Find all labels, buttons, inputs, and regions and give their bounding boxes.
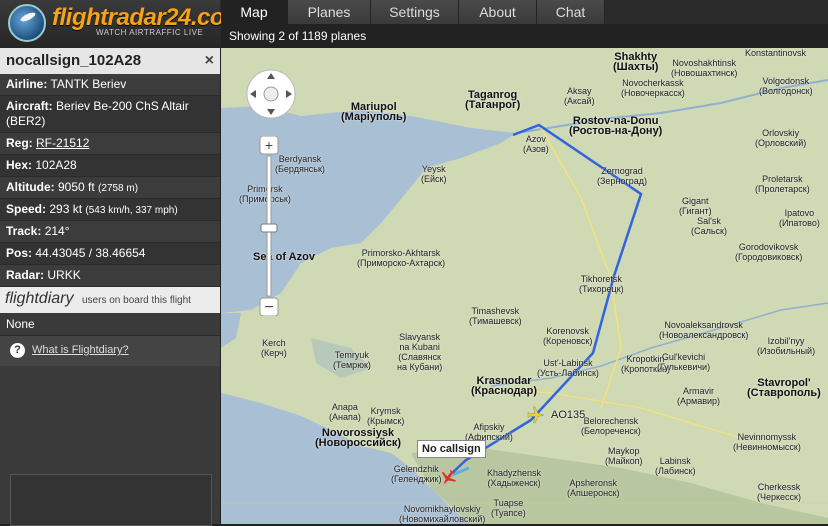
label-timashevsk: Timashevsk (Тимашевск) (469, 306, 522, 326)
label-volgodonsk: Volgodonsk (Волгодонск) (759, 76, 813, 96)
detail-radar: Radar: URKK (0, 265, 220, 287)
label-gelendzhik: Gelendzhik (Геленджик) (391, 464, 442, 484)
selected-flight-tooltip: No callsign (417, 440, 486, 458)
label-belorechensk: Belorechensk (Белореченск) (581, 416, 641, 436)
detail-altitude: Altitude: 9050 ft (2758 m) (0, 177, 220, 199)
label-kerch: Kerch (Керч) (261, 338, 287, 358)
flightdiary-text: users on board this flight (82, 295, 191, 306)
selected-plane-icon[interactable] (438, 468, 458, 488)
label-ipatovo: Ipatovo (Ипатово) (779, 208, 820, 228)
what-is-flightdiary-link[interactable]: What is Flightdiary? (32, 344, 129, 356)
registration-link[interactable]: RF-21512 (36, 136, 89, 150)
label-khadyzhensk: Khadyzhensk (Хадыженск) (487, 468, 542, 488)
label-krymsk: Krymsk (Крымск) (367, 406, 405, 426)
label-novocherkassk: Novocherkassk (Новочеркасск) (621, 78, 685, 98)
detail-position: Pos: 44.43045 / 38.46654 (0, 243, 220, 265)
label-salsk: Sal'sk (Сальск) (691, 216, 727, 236)
app-tagline: WATCH AIRTRAFFIC LIVE (96, 28, 204, 37)
label-primorsko-akhtarsk: Primorsko-Akhtarsk (Приморско-Ахтарск) (357, 248, 446, 268)
zoom-slider-handle[interactable] (260, 223, 278, 233)
label-temryuk: Temryuk (Темрюк) (333, 350, 371, 370)
detail-track: Track: 214° (0, 221, 220, 243)
flight-details: Airline: TANTK Beriev Aircraft: Beriev B… (0, 74, 220, 287)
label-slavyansk: Slavyansk na Kubani (Славянск на Кубани) (397, 332, 443, 372)
help-icon: ? (10, 343, 25, 358)
label-izobilnyy: Izobil'nyy (Изобильный) (757, 336, 816, 356)
svg-text:+: + (265, 137, 273, 153)
svg-text:−: − (264, 299, 273, 316)
zoom-control: + − (259, 135, 279, 317)
ad-box (10, 474, 212, 526)
flightdiary-logo: flightdiary (5, 290, 74, 307)
label-labinsk: Labinsk (Лабинск) (655, 456, 696, 476)
label-proletarsk: Proletarsk (Пролетарск) (755, 174, 810, 194)
label-gigant: Gigant (Гигант) (679, 196, 712, 216)
planes-count-status: Showing 2 of 1189 planes (221, 24, 828, 48)
pan-control[interactable] (245, 68, 297, 120)
label-azov: Azov (Азов) (523, 134, 549, 154)
flightdiary-bar: flightdiary users on board this flight (0, 287, 220, 313)
other-plane-icon[interactable] (526, 405, 546, 425)
label-gorodovikovsk: Gorodovikovsk (Городовиковск) (735, 242, 803, 262)
detail-airline: Airline: TANTK Beriev (0, 74, 220, 96)
label-korenovsk: Korenovsk (Кореновск) (543, 326, 593, 346)
detail-aircraft: Aircraft: Beriev Be-200 ChS Altair (BER2… (0, 96, 220, 133)
label-gulkevichi: Gul'kevichi (Гулькевичи) (657, 352, 711, 372)
detail-registration: Reg: RF-21512 (0, 133, 220, 155)
label-krasnodar: Krasnodar (Краснодар) (471, 375, 538, 397)
zoom-out-button[interactable]: − (259, 297, 279, 317)
label-novomikhaylovskiy: Novomikhaylovskiy (Новомихайловский) (399, 504, 486, 524)
detail-hex: Hex: 102A28 (0, 155, 220, 177)
label-tuapse: Tuapse (Туапсе) (491, 498, 526, 518)
tab-map[interactable]: Map (221, 0, 288, 24)
label-aksay: Aksay (Аксай) (564, 86, 595, 106)
tab-chat[interactable]: Chat (537, 0, 605, 24)
flightdiary-users: None (0, 313, 220, 336)
label-yeysk: Yeysk (Ейск) (421, 164, 447, 184)
detail-speed: Speed: 293 kt (543 km/h, 337 mph) (0, 199, 220, 221)
map-base (221, 48, 828, 524)
tab-planes[interactable]: Planes (288, 0, 371, 24)
top-bar: flightradar24.com WATCH AIRTRAFFIC LIVE … (0, 0, 828, 48)
flight-title-bar: nocallsign_102A28 × (0, 48, 220, 74)
flightdiary-help: ? What is Flightdiary? (0, 336, 220, 366)
label-stavropol: Stavropol' (Ставрополь) (747, 377, 821, 399)
label-novoshakhtinsk: Novoshakhtinsk (Новошахтинск) (671, 58, 738, 78)
radar-globe-icon (8, 4, 46, 42)
label-berdyansk: Berdyansk (Бердянськ) (275, 154, 325, 174)
label-cherkessk: Cherkessk (Черкесск) (757, 482, 801, 502)
tab-settings[interactable]: Settings (371, 0, 459, 24)
zoom-in-button[interactable]: + (259, 135, 279, 155)
label-shakhty: Shakhty (Шахты) (613, 51, 659, 73)
flight-info-panel: nocallsign_102A28 × Airline: TANTK Berie… (0, 48, 220, 526)
label-ust-labinsk: Ust'-Labinsk (Усть-Лабинск) (537, 358, 599, 378)
label-mariupol: Mariupol (Маріуполь) (341, 101, 407, 123)
label-nevinnomyssk: Nevinnomyssk (Невинномысск) (733, 432, 801, 452)
label-novorossiysk: Novorossiysk (Новороссийск) (315, 427, 402, 449)
close-icon[interactable]: × (205, 48, 214, 74)
tab-about[interactable]: About (459, 0, 537, 24)
flight-title: nocallsign_102A28 (6, 52, 142, 69)
app-logo[interactable]: flightradar24.com WATCH AIRTRAFFIC LIVE (0, 0, 245, 48)
map-view[interactable]: Shakhty (Шахты) Novocherkassk (Новочеркасс… (221, 48, 828, 524)
label-apsheronsk: Apsheronsk (Апшеронск) (567, 478, 620, 498)
label-rostov: Rostov-na-Donu (Ростов-на-Дону) (569, 115, 663, 137)
main-tabs: Map Planes Settings About Chat (221, 0, 605, 24)
label-zernograd: Zernograd (Зерноград) (597, 166, 647, 186)
label-anapa: Anapa (Анапа) (329, 402, 361, 422)
label-maykop: Maykop (Майкоп) (605, 446, 643, 466)
label-armavir: Armavir (Армавир) (677, 386, 721, 406)
label-konstantinovsk: Konstantinovsk (745, 48, 807, 58)
label-taganrog: Taganrog (Таганрог) (465, 89, 521, 111)
label-tikhoretsk: Tikhoretsk (Тихорецк) (579, 274, 624, 294)
other-flight-label: AO135 (551, 409, 586, 421)
label-novoaleksandrovsk: Novoaleksandrovsk (Новоалександровск) (659, 320, 749, 340)
label-orlovskiy: Orlovskiy (Орловский) (755, 128, 807, 148)
label-afipskiy: Afipskiy (Афипский) (465, 422, 513, 442)
